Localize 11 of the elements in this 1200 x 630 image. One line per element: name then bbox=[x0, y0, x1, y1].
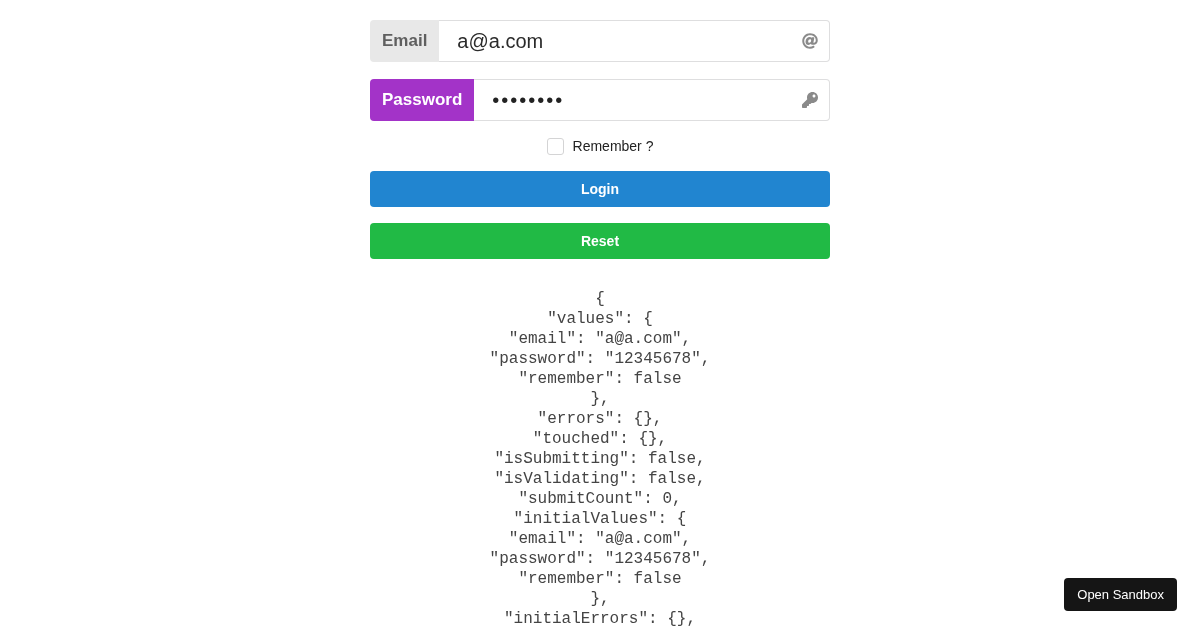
key-icon bbox=[802, 92, 818, 108]
at-sign-icon bbox=[802, 33, 818, 49]
open-sandbox-button[interactable]: Open Sandbox bbox=[1064, 578, 1177, 611]
remember-label: Remember ? bbox=[572, 136, 654, 156]
email-label: Email bbox=[370, 20, 440, 62]
password-field[interactable]: •••••••• bbox=[474, 79, 830, 121]
form-state-json: { "values": { "email": "a@a.com", "password": "12345678", "remember": false }, "errors": {}, "touched": {}, "isSubmitting": false, "isValidating": false, "submitCount": 0, "initialValues": { "email": "a@a.com", "password": "12345678", "remember": false }, "initialErrors": {}, bbox=[488, 289, 712, 629]
password-label: Password bbox=[370, 79, 475, 121]
email-field[interactable]: a@a.com bbox=[439, 20, 830, 62]
login-button[interactable]: Login bbox=[370, 171, 830, 207]
remember-checkbox[interactable] bbox=[546, 137, 564, 155]
